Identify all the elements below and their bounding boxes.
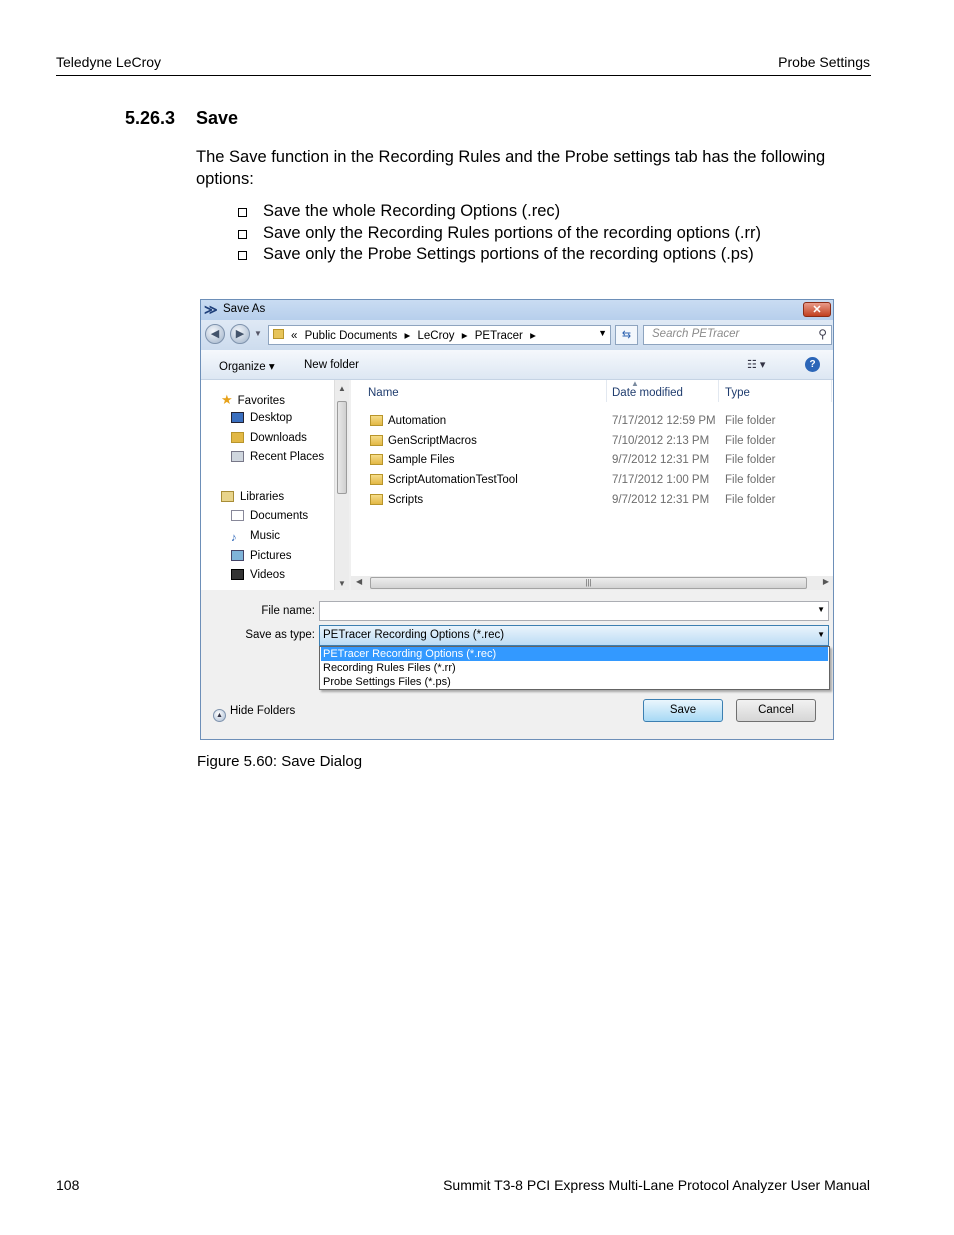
header-right: Probe Settings [778,54,870,70]
documents-icon [231,510,244,521]
videos-icon [231,569,244,580]
chevron-down-icon[interactable]: ▼ [817,630,825,639]
figure-caption: Figure 5.60: Save Dialog [197,753,363,770]
list-item: Save the whole Recording Options (.rec) [236,201,761,223]
save-as-type-select[interactable]: PETracer Recording Options (*.rec) ▼ [319,625,829,646]
nav-item-videos[interactable]: Videos [231,569,285,581]
scroll-right-icon[interactable]: ▶ [823,577,829,586]
type-dropdown-list: PETracer Recording Options (*.rec) Recor… [319,646,830,690]
toolbar: Organize ▾ New folder ☷ ▾ ? [201,350,833,380]
save-as-dialog: ≫ Save As ✕ ◀ ▶ ▼ « Public Documents ▸ L… [200,299,834,740]
save-as-type-label: Save as type: [245,629,315,641]
folder-icon [370,494,383,505]
save-button[interactable]: Save [643,699,723,722]
forward-button[interactable]: ▶ [230,324,250,344]
star-icon: ★ [221,392,233,407]
nav-item-pictures[interactable]: Pictures [231,550,292,562]
page-number: 108 [56,1177,80,1193]
nav-scrollbar[interactable]: ▲ ▼ [334,380,349,590]
nav-item-documents[interactable]: Documents [231,510,308,522]
manual-title: Summit T3-8 PCI Express Multi-Lane Proto… [443,1177,870,1193]
folder-icon [370,435,383,446]
scroll-left-icon[interactable]: ◀ [356,577,362,586]
horizontal-scrollbar[interactable]: ◀ ||| ▶ [351,576,833,590]
nav-item-recent-places[interactable]: Recent Places [231,451,324,463]
new-folder-button[interactable]: New folder [304,359,359,371]
nav-favorites[interactable]: ★ Favorites [221,392,285,408]
downloads-icon [231,432,244,443]
checkbox-bullet-icon [238,251,247,260]
app-logo-icon: ≫ [204,302,218,317]
header-left: Teledyne LeCroy [56,54,162,70]
column-name[interactable]: Name [368,387,399,399]
breadcrumb: « Public Documents ▸ LeCroy ▸ PETracer ▸ [291,330,536,342]
recent-places-icon [231,451,244,462]
history-dropdown-icon[interactable]: ▼ [254,329,262,338]
hide-folders-button[interactable]: ▲ Hide Folders [213,705,295,722]
file-list: ▲ Name Date modified Type Automation 7/17… [351,379,833,576]
search-input[interactable]: Search PETracer ⚲ [643,325,832,345]
cancel-button[interactable]: Cancel [736,699,816,722]
breadcrumb-public-documents[interactable]: Public Documents [305,330,398,342]
list-item: Save only the Probe Settings portions of… [236,244,761,266]
title-bar: ≫ Save As ✕ [201,300,833,320]
checkbox-bullet-icon [238,229,247,239]
column-type[interactable]: Type [725,387,750,399]
table-row[interactable]: Sample Files 9/7/2012 12:31 PM File folder [351,450,833,470]
close-button[interactable]: ✕ [803,302,831,317]
back-button[interactable]: ◀ [205,324,225,344]
type-option-rr[interactable]: Recording Rules Files (*.rr) [321,661,828,675]
chevron-down-icon[interactable]: ▼ [598,328,607,338]
address-bar[interactable]: « Public Documents ▸ LeCroy ▸ PETracer ▸… [268,325,611,345]
nav-item-downloads[interactable]: Downloads [231,432,307,444]
breadcrumb-petracer[interactable]: PETracer [475,330,523,342]
navigation-pane: ★ Favorites Desktop Downloads Recent Plac… [201,380,349,590]
chevron-up-icon: ▲ [213,709,226,722]
folder-icon [273,329,284,339]
folder-icon [370,415,383,426]
organize-menu[interactable]: Organize ▾ [219,359,275,373]
section-title: Save [196,108,239,128]
views-button[interactable]: ☷ ▾ [747,358,765,371]
dialog-title: Save As [223,303,266,315]
type-option-ps[interactable]: Probe Settings Files (*.ps) [321,675,828,689]
refresh-button[interactable]: ⇆ [615,325,638,345]
search-icon: ⚲ [818,327,827,341]
table-row[interactable]: GenScriptMacros 7/10/2012 2:13 PM File fol… [351,431,833,451]
chevron-down-icon[interactable]: ▼ [817,605,825,614]
folder-icon [370,474,383,485]
type-option-rec[interactable]: PETracer Recording Options (*.rec) [321,647,828,661]
table-row[interactable]: Automation 7/17/2012 12:59 PM File folder [351,411,833,431]
scroll-up-icon[interactable]: ▲ [338,384,346,393]
column-date-modified[interactable]: Date modified [612,387,683,399]
folder-icon [370,454,383,465]
section-number: 5.26.3 [125,108,176,128]
nav-item-desktop[interactable]: Desktop [231,412,292,424]
nav-libraries[interactable]: Libraries [221,491,284,503]
nav-item-music[interactable]: ♪ Music [231,530,280,544]
address-row: ◀ ▶ ▼ « Public Documents ▸ LeCroy ▸ PETr… [201,320,833,350]
libraries-icon [221,491,234,502]
checkbox-bullet-icon [238,208,247,217]
header-rule [56,75,871,76]
desktop-icon [231,412,244,423]
table-row[interactable]: Scripts 9/7/2012 12:31 PM File folder [351,490,833,510]
breadcrumb-lecroy[interactable]: LeCroy [417,330,454,342]
table-row[interactable]: ScriptAutomationTestTool 7/17/2012 1:00 P… [351,470,833,490]
file-name-label: File name: [261,605,315,617]
music-icon: ♪ [231,532,237,544]
list-item: Save only the Recording Rules portions o… [236,223,761,245]
scroll-thumb[interactable]: ||| [370,577,807,589]
options-list: Save the whole Recording Options (.rec) … [236,201,761,266]
help-icon[interactable]: ? [805,357,820,372]
pictures-icon [231,550,244,561]
file-name-input[interactable]: ▼ [319,601,829,621]
scroll-down-icon[interactable]: ▼ [338,579,346,588]
intro-paragraph: The Save function in the Recording Rules… [196,148,826,188]
scroll-thumb[interactable] [337,401,347,494]
